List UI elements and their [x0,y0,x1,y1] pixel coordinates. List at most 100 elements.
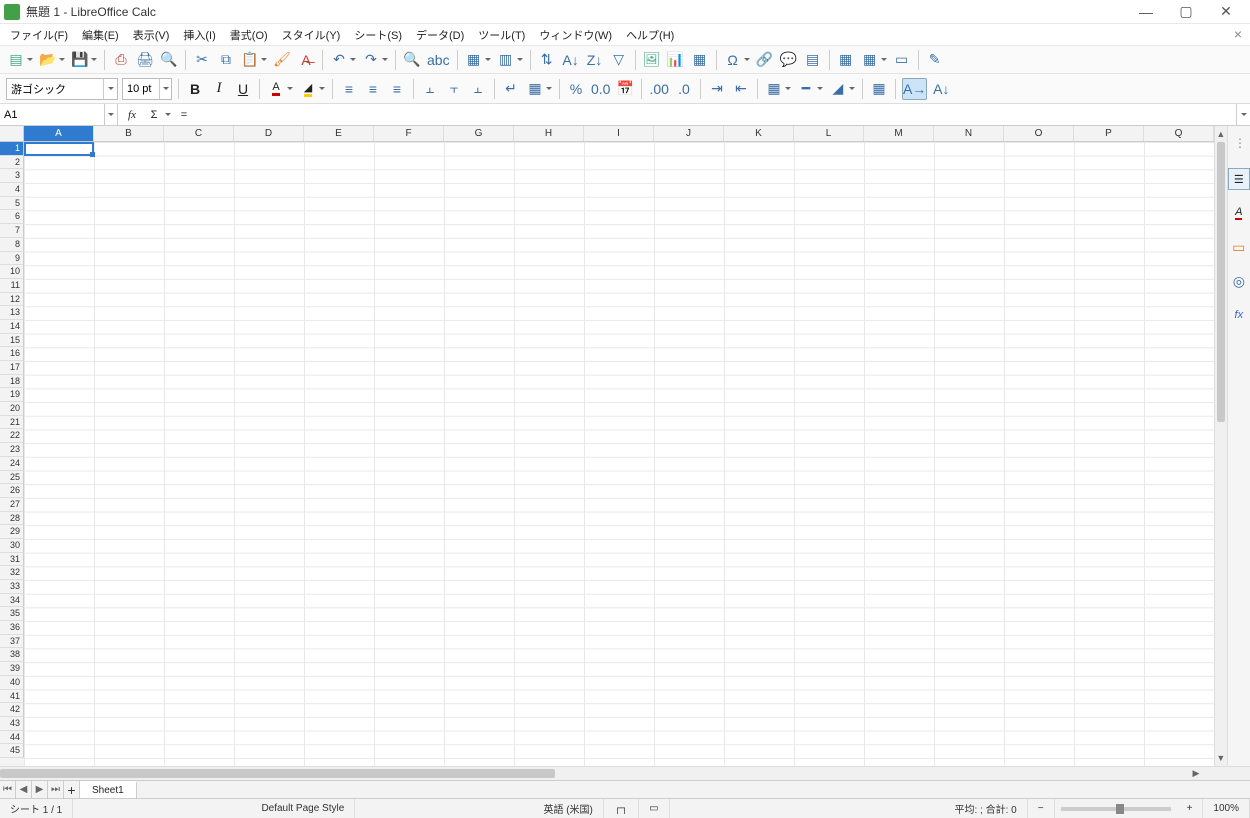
cell-area[interactable] [24,142,1214,766]
row-header[interactable]: 25 [0,471,24,485]
menu-item[interactable]: 表示(V) [127,25,176,45]
sum-button[interactable]: Σ [144,104,172,126]
row-header[interactable]: 15 [0,334,24,348]
col-ops-button[interactable]: ▥ [496,49,524,71]
formula-expand-button[interactable] [1236,104,1250,125]
row-header[interactable]: 13 [0,306,24,320]
decrease-indent-button[interactable]: ⇤ [731,78,751,100]
row-header[interactable]: 34 [0,594,24,608]
spellcheck-button[interactable]: abc [426,49,451,71]
row-header[interactable]: 37 [0,635,24,649]
row-header[interactable]: 17 [0,361,24,375]
row-header[interactable]: 22 [0,429,24,443]
row-header[interactable]: 16 [0,347,24,361]
font-name-combo[interactable] [6,78,118,100]
borders-button[interactable]: ▦ [764,78,792,100]
date-button[interactable]: 📅 [615,78,635,100]
header-footer-button[interactable]: ▤ [803,49,823,71]
highlight-color-button[interactable]: ◢ [298,78,326,100]
wrap-text-button[interactable]: ↵ [501,78,521,100]
column-header[interactable]: F [374,126,444,141]
save-button[interactable]: 💾 [70,49,98,71]
row-header[interactable]: 32 [0,566,24,580]
column-header[interactable]: B [94,126,164,141]
special-char-button[interactable]: Ω [723,49,751,71]
copy-button[interactable]: ⧉ [216,49,236,71]
autofilter-button[interactable]: ▽ [609,49,629,71]
add-decimal-button[interactable]: .00 [648,78,669,100]
row-header[interactable]: 4 [0,183,24,197]
remove-decimal-button[interactable]: .0 [674,78,694,100]
name-box-dropdown-icon[interactable] [104,104,117,125]
font-size-dropdown-icon[interactable] [159,79,171,99]
print-preview-button[interactable]: 🔍 [159,49,179,71]
sort-desc-button[interactable]: Z↓ [585,49,605,71]
menu-item[interactable]: データ(D) [410,25,470,45]
align-center-button[interactable]: ≡ [363,78,383,100]
zoom-label[interactable]: 100% [1203,799,1250,818]
autoformat-button[interactable]: ▦ [869,78,889,100]
align-left-button[interactable]: ≡ [339,78,359,100]
function-wizard-button[interactable]: fx [122,104,142,126]
font-size-input[interactable] [123,79,159,99]
menu-item[interactable]: ツール(T) [472,25,531,45]
minimize-button[interactable]: — [1126,0,1166,24]
split-button[interactable]: ▭ [892,49,912,71]
sort-asc-button[interactable]: A↓ [561,49,581,71]
row-header[interactable]: 6 [0,210,24,224]
redo-button[interactable]: ↷ [361,49,389,71]
merge-cells-button[interactable]: ▦ [525,78,553,100]
horizontal-scrollbar[interactable]: ▶ [0,766,1250,780]
row-header[interactable]: 18 [0,375,24,389]
styles-panel-icon[interactable]: A [1228,202,1250,224]
row-header[interactable]: 30 [0,539,24,553]
row-header[interactable]: 38 [0,648,24,662]
draw-functions-button[interactable]: ✎ [925,49,945,71]
row-header[interactable]: 10 [0,265,24,279]
page-style-label[interactable]: Default Page Style [251,799,355,818]
number-button[interactable]: 0.0 [590,78,611,100]
menu-item[interactable]: ファイル(F) [4,25,74,45]
vertical-scrollbar[interactable]: ▲ ▼ [1214,126,1227,766]
insert-chart-button[interactable]: 📊 [666,49,686,71]
row-header[interactable]: 19 [0,388,24,402]
column-header[interactable]: C [164,126,234,141]
column-header[interactable]: K [724,126,794,141]
row-header[interactable]: 2 [0,156,24,170]
align-vcenter-button[interactable]: ⫟ [444,78,464,100]
open-button[interactable]: 📂 [38,49,66,71]
name-box[interactable] [0,104,118,125]
font-name-dropdown-icon[interactable] [103,79,117,99]
comment-button[interactable]: 💬 [779,49,799,71]
close-window-button[interactable]: ✕ [1206,0,1246,24]
column-header[interactable]: I [584,126,654,141]
font-color-button[interactable]: A [266,78,294,100]
zoom-slider[interactable] [1061,807,1171,811]
row-header[interactable]: 29 [0,525,24,539]
row-header[interactable]: 5 [0,197,24,211]
align-top-button[interactable]: ⫠ [420,78,440,100]
menu-item[interactable]: 挿入(I) [177,25,221,45]
print-button[interactable]: 🖨 [135,49,155,71]
export-pdf-button[interactable]: ⎙ [111,49,131,71]
row-header[interactable]: 26 [0,484,24,498]
menu-item[interactable]: スタイル(Y) [276,25,347,45]
sort-button[interactable]: ⇅ [537,49,557,71]
increase-indent-button[interactable]: ⇥ [707,78,727,100]
scroll-down-icon[interactable]: ▼ [1215,750,1227,766]
row-header[interactable]: 41 [0,690,24,704]
cell-reference-input[interactable] [0,104,104,125]
column-header[interactable]: Q [1144,126,1214,141]
row-header[interactable]: 28 [0,512,24,526]
selection-mode-label[interactable]: ▭ [639,799,669,818]
next-sheet-button[interactable]: ▶ [32,781,48,798]
row-header[interactable]: 12 [0,293,24,307]
row-header[interactable]: 20 [0,402,24,416]
new-button[interactable]: ▤ [6,49,34,71]
row-header[interactable]: 33 [0,580,24,594]
column-header[interactable]: G [444,126,514,141]
font-size-combo[interactable] [122,78,172,100]
align-bottom-button[interactable]: ⫠ [468,78,488,100]
close-document-button[interactable]: × [1228,26,1248,42]
row-header[interactable]: 35 [0,607,24,621]
